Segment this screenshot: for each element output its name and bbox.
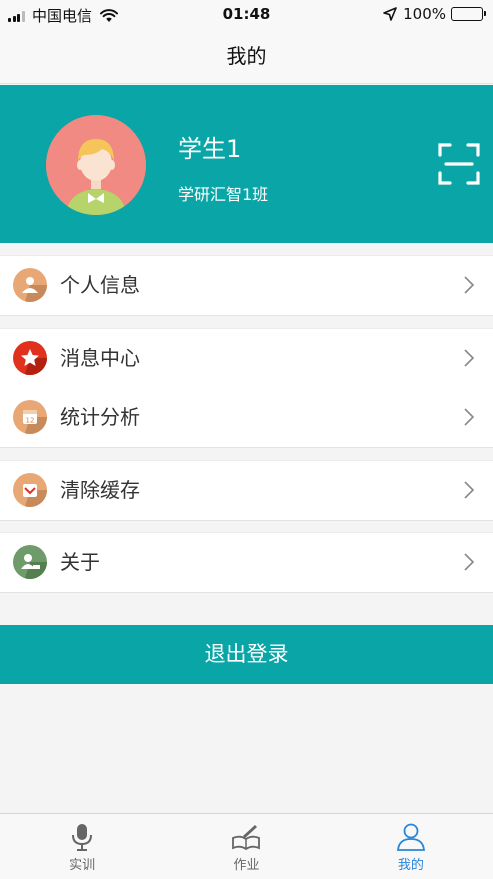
user-info-icon bbox=[13, 268, 47, 302]
battery-percent: 100% bbox=[403, 5, 446, 23]
menu-label-personal-info: 个人信息 bbox=[60, 273, 140, 297]
logout-button[interactable]: 退出登录 bbox=[0, 625, 493, 684]
chevron-right-icon bbox=[464, 408, 475, 426]
person-icon bbox=[396, 823, 425, 851]
chevron-right-icon bbox=[464, 481, 475, 499]
microphone-icon bbox=[72, 824, 93, 851]
about-icon bbox=[13, 545, 47, 579]
menu-group-about: 关于 bbox=[0, 532, 493, 593]
battery-icon bbox=[451, 7, 486, 21]
menu-label-statistics: 统计分析 bbox=[60, 405, 140, 429]
menu-item-statistics[interactable]: 12 统计分析 bbox=[0, 388, 493, 447]
tab-bar: 实训 作业 我的 bbox=[0, 813, 493, 879]
book-pen-icon bbox=[232, 825, 261, 851]
profile-header: 学生1 学研汇智1班 bbox=[0, 85, 493, 243]
menu-item-personal-info[interactable]: 个人信息 bbox=[0, 256, 493, 315]
menu-group-personal: 个人信息 bbox=[0, 255, 493, 316]
chevron-right-icon bbox=[464, 553, 475, 571]
svg-text:12: 12 bbox=[26, 417, 35, 425]
star-message-icon bbox=[13, 341, 47, 375]
student-name: 学生1 bbox=[178, 135, 242, 163]
tab-mine[interactable]: 我的 bbox=[329, 814, 493, 879]
tab-label-mine: 我的 bbox=[397, 858, 424, 873]
scan-qr-icon[interactable] bbox=[438, 143, 480, 185]
menu-label-message-center: 消息中心 bbox=[60, 346, 140, 370]
menu-item-about[interactable]: 关于 bbox=[0, 533, 493, 592]
chevron-right-icon bbox=[464, 276, 475, 294]
menu-group-cache: 清除缓存 bbox=[0, 460, 493, 521]
menu-label-clear-cache: 清除缓存 bbox=[60, 478, 140, 502]
location-icon bbox=[383, 7, 397, 21]
page-title: 我的 bbox=[226, 44, 267, 68]
class-name: 学研汇智1班 bbox=[178, 185, 269, 204]
clear-cache-icon bbox=[13, 473, 47, 507]
status-bar: 中国电信 01:48 100% bbox=[0, 0, 493, 30]
chevron-right-icon bbox=[464, 349, 475, 367]
avatar[interactable] bbox=[46, 115, 146, 215]
menu-item-clear-cache[interactable]: 清除缓存 bbox=[0, 461, 493, 520]
tab-label-training: 实训 bbox=[69, 858, 96, 873]
status-right: 100% bbox=[383, 5, 486, 23]
menu-item-message-center[interactable]: 消息中心 bbox=[0, 329, 493, 388]
student-avatar-icon bbox=[46, 115, 146, 215]
calendar-stats-icon: 12 bbox=[13, 400, 47, 434]
tab-training[interactable]: 实训 bbox=[0, 814, 164, 879]
menu-label-about: 关于 bbox=[60, 550, 100, 574]
nav-bar: 我的 bbox=[0, 30, 493, 84]
menu-group-info: 消息中心 12 统计分析 bbox=[0, 328, 493, 448]
tab-homework[interactable]: 作业 bbox=[164, 814, 328, 879]
tab-label-homework: 作业 bbox=[233, 858, 260, 873]
